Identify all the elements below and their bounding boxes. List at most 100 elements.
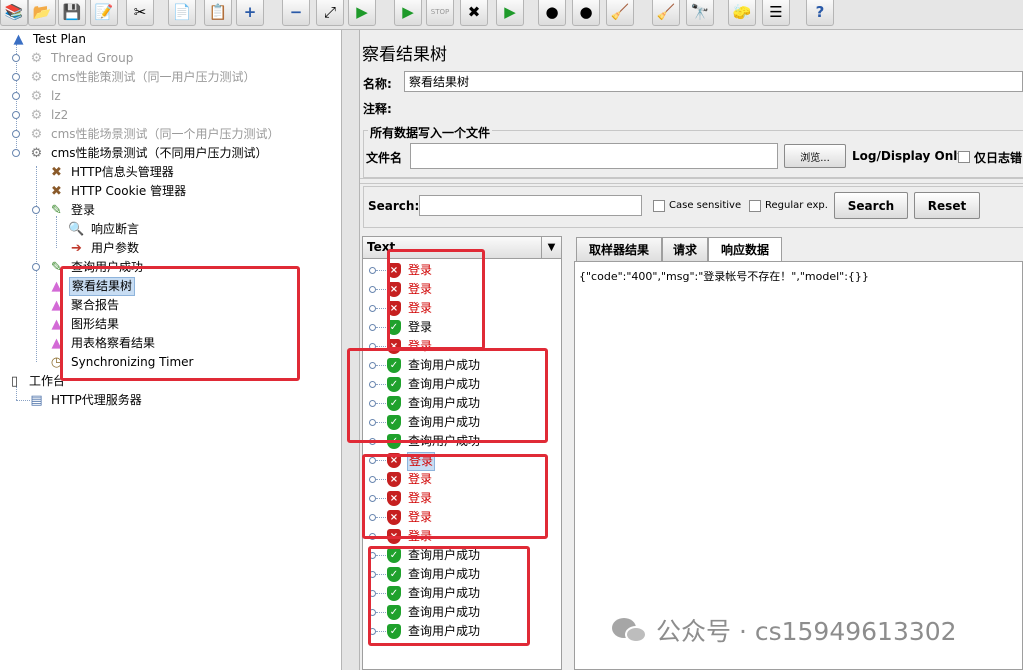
expand-toggle[interactable] (369, 381, 376, 388)
open-icon[interactable]: 📂 (28, 0, 56, 26)
tree-node-lz2[interactable]: ⚙ lz2 (28, 106, 70, 125)
expand-toggle[interactable] (12, 92, 20, 100)
expand-toggle[interactable] (369, 324, 376, 331)
expand-icon[interactable]: + (236, 0, 264, 26)
remote-stop-icon[interactable]: ● (538, 0, 566, 26)
tree-node-thread-group[interactable]: ⚙ Thread Group (28, 49, 135, 68)
help-icon[interactable]: ? (806, 0, 834, 26)
filename-input[interactable] (410, 143, 778, 169)
tree-node-http-proxy-server[interactable]: ▤ HTTP代理服务器 (28, 391, 144, 410)
tree-node-login[interactable]: ✎ 登录 (48, 201, 97, 220)
reset-button[interactable]: Reset (914, 192, 980, 219)
result-item[interactable]: ✓ 查询用户成功 (363, 584, 561, 603)
paste-icon[interactable]: 📋 (204, 0, 232, 26)
result-item[interactable]: ✓ 查询用户成功 (363, 603, 561, 622)
expand-toggle[interactable] (369, 590, 376, 597)
save-as-icon[interactable]: 📝 (90, 0, 118, 26)
reset-search-icon[interactable]: 🧽 (728, 0, 756, 26)
toggle-icon[interactable]: ⤢ (316, 0, 344, 26)
tree-node-query-user-success[interactable]: ✎ 查询用户成功 (48, 258, 145, 277)
expand-toggle[interactable] (369, 305, 376, 312)
errors-only-checkbox[interactable] (958, 151, 970, 163)
expand-toggle[interactable] (369, 343, 376, 350)
clear-all-icon[interactable]: 🧹 (652, 0, 680, 26)
renderer-select[interactable]: Text ▼ (363, 237, 561, 259)
result-item[interactable]: ✓ 查询用户成功 (363, 432, 561, 451)
expand-toggle[interactable] (369, 571, 376, 578)
expand-toggle[interactable] (12, 111, 20, 119)
remote-shutdown-icon[interactable]: ● (572, 0, 600, 26)
tree-node-response-assertion[interactable]: 🔍 响应断言 (68, 220, 141, 239)
tree-node-cms-scenario-same[interactable]: ⚙ cms性能场景测试（同一个用户压力测试） (28, 125, 282, 144)
result-item[interactable]: × 登录 (363, 470, 561, 489)
expand-toggle[interactable] (12, 54, 20, 62)
tree-node-sync-timer[interactable]: ◷ Synchronizing Timer (48, 353, 195, 372)
results-tree[interactable]: Text ▼ × 登录 × 登录 × 登录 ✓ 登录 × 登录 ✓ 查询用户成功 ✓ 查询用户成功 ✓ 查询用… (362, 236, 562, 670)
stop-icon[interactable]: STOP (426, 0, 454, 26)
search-input[interactable] (419, 195, 642, 216)
tree-node-http-cookie-manager[interactable]: ✖ HTTP Cookie 管理器 (48, 182, 188, 201)
expand-toggle[interactable] (32, 263, 40, 271)
expand-toggle[interactable] (12, 130, 20, 138)
test-plan-tree[interactable]: ▲ Test Plan ⚙ Thread Group ⚙ cms性能策测试（同一… (0, 30, 342, 670)
response-data-area[interactable]: {"code":"400","msg":"登录帐号不存在！","model":{… (574, 261, 1023, 670)
tab-request[interactable]: 请求 (662, 237, 708, 261)
result-item[interactable]: × 登录 (363, 489, 561, 508)
expand-toggle[interactable] (369, 609, 376, 616)
result-item[interactable]: ✓ 查询用户成功 (363, 546, 561, 565)
result-item[interactable]: ✓ 查询用户成功 (363, 394, 561, 413)
result-item[interactable]: ✓ 查询用户成功 (363, 622, 561, 641)
search-button[interactable]: Search (834, 192, 908, 219)
result-item[interactable]: × 登录 (363, 299, 561, 318)
templates-icon[interactable]: 📚 (0, 0, 28, 26)
panel-splitter[interactable] (342, 30, 360, 670)
tree-node-lz[interactable]: ⚙ lz (28, 87, 63, 106)
expand-toggle[interactable] (369, 514, 376, 521)
tree-node-aggregate-report[interactable]: ▲ 聚合报告 (48, 296, 121, 315)
expand-toggle[interactable] (369, 286, 376, 293)
start-no-pause-icon[interactable]: ▶ (394, 0, 422, 26)
result-item[interactable]: × 登录 (363, 527, 561, 546)
collapse-toggle[interactable] (32, 206, 40, 214)
tree-node-test-plan[interactable]: ▲ Test Plan (10, 30, 88, 49)
tree-node-cms-scenario-diff[interactable]: ⚙ cms性能场景测试（不同用户压力测试） (28, 144, 270, 163)
result-item[interactable]: × 登录 (363, 280, 561, 299)
expand-toggle[interactable] (369, 438, 376, 445)
expand-toggle[interactable] (369, 495, 376, 502)
tree-node-graph-results[interactable]: ▲ 图形结果 (48, 315, 121, 334)
result-item[interactable]: × 登录 (363, 261, 561, 280)
tab-sampler-result[interactable]: 取样器结果 (576, 237, 662, 261)
result-item[interactable]: ✓ 查询用户成功 (363, 413, 561, 432)
clear-icon[interactable]: 🧹 (606, 0, 634, 26)
result-item[interactable]: × 登录 (363, 451, 561, 471)
search-icon[interactable]: 🔭 (686, 0, 714, 26)
expand-toggle[interactable] (369, 457, 376, 464)
name-field[interactable] (404, 71, 1023, 92)
expand-toggle[interactable] (369, 400, 376, 407)
function-helper-icon[interactable]: ☰ (762, 0, 790, 26)
tree-node-http-header-manager[interactable]: ✖ HTTP信息头管理器 (48, 163, 176, 182)
save-icon[interactable]: 💾 (58, 0, 86, 26)
cut-icon[interactable]: ✂ (126, 0, 154, 26)
result-item[interactable]: × 登录 (363, 508, 561, 527)
expand-toggle[interactable] (369, 533, 376, 540)
shutdown-icon[interactable]: ✖ (460, 0, 488, 26)
copy-icon[interactable]: 📄 (168, 0, 196, 26)
start-icon[interactable]: ▶ (348, 0, 376, 26)
expand-toggle[interactable] (369, 552, 376, 559)
expand-toggle[interactable] (369, 419, 376, 426)
tree-node-workbench[interactable]: ▯ 工作台 (6, 372, 67, 391)
tree-node-view-results-table[interactable]: ▲ 用表格察看结果 (48, 334, 157, 353)
result-item[interactable]: ✓ 查询用户成功 (363, 356, 561, 375)
tree-node-view-results-tree[interactable]: ▲ 察看结果树 (48, 277, 136, 296)
tab-response-data[interactable]: 响应数据 (708, 237, 782, 261)
regular-exp-checkbox[interactable] (749, 200, 761, 212)
browse-button[interactable]: 浏览... (784, 144, 846, 168)
expand-toggle[interactable] (369, 267, 376, 274)
collapse-toggle[interactable] (12, 149, 20, 157)
collapse-icon[interactable]: − (282, 0, 310, 26)
tree-node-cms-strategy[interactable]: ⚙ cms性能策测试（同一用户压力测试） (28, 68, 258, 87)
result-item[interactable]: × 登录 (363, 337, 561, 356)
expand-toggle[interactable] (369, 628, 376, 635)
expand-toggle[interactable] (12, 73, 20, 81)
